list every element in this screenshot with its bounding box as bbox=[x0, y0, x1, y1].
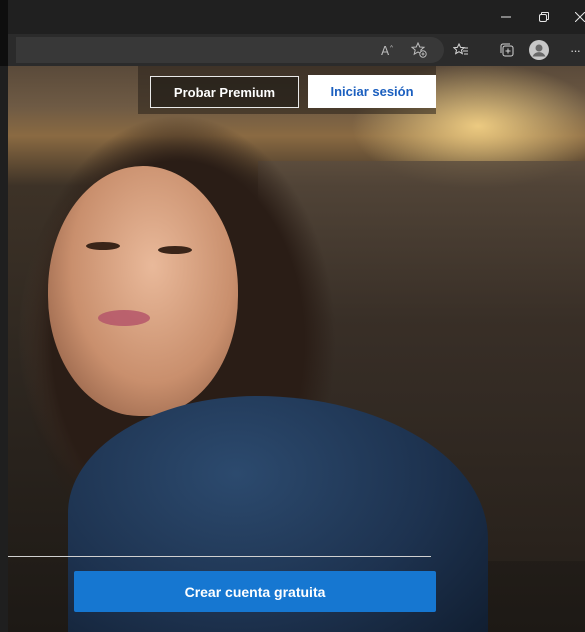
browser-toolbar: Aᴬ ··· bbox=[0, 34, 585, 66]
profile-icon[interactable] bbox=[524, 34, 554, 66]
try-premium-button[interactable]: Probar Premium bbox=[150, 76, 299, 108]
collections-icon[interactable] bbox=[492, 34, 522, 66]
close-icon[interactable] bbox=[563, 0, 585, 34]
more-icon[interactable]: ··· bbox=[564, 34, 585, 66]
hero-photo-lips bbox=[98, 310, 150, 326]
read-aloud-icon[interactable]: Aᴬ bbox=[374, 34, 404, 66]
restore-icon[interactable] bbox=[525, 0, 563, 34]
divider bbox=[8, 556, 431, 557]
sign-in-button[interactable]: Iniciar sesión bbox=[308, 75, 436, 108]
minimize-icon[interactable] bbox=[487, 0, 525, 34]
browser-titlebar bbox=[0, 0, 585, 34]
create-free-account-button[interactable]: Crear cuenta gratuita bbox=[74, 571, 436, 612]
hero-photo-eye-left bbox=[86, 242, 120, 250]
add-favorite-icon[interactable] bbox=[404, 34, 434, 66]
window-controls bbox=[487, 0, 585, 34]
hero-photo-eye-right bbox=[158, 246, 192, 254]
favorites-icon[interactable] bbox=[446, 34, 476, 66]
hero-section: Probar Premium Iniciar sesión Crear cuen… bbox=[8, 66, 585, 632]
svg-text:A: A bbox=[381, 44, 390, 57]
hero-photo-face bbox=[48, 166, 238, 416]
svg-text:ᴬ: ᴬ bbox=[390, 44, 393, 52]
